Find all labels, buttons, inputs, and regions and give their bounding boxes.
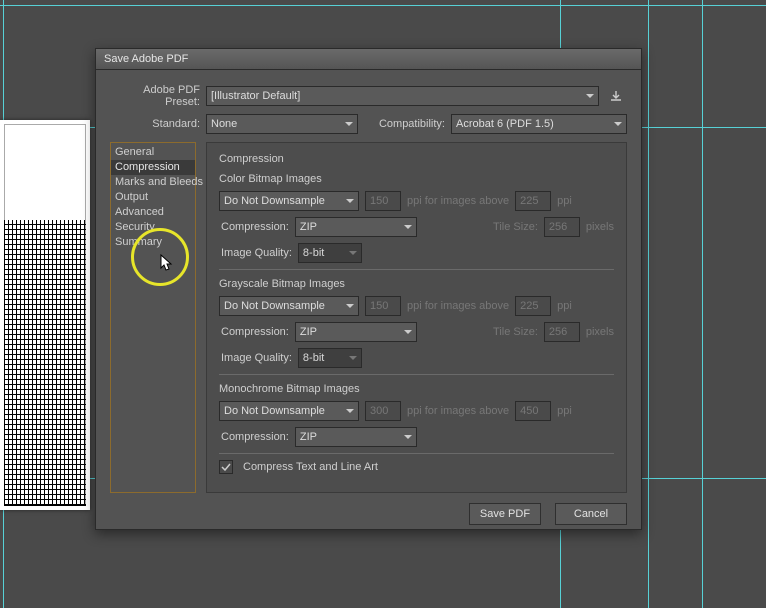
standard-select[interactable]: None xyxy=(206,114,358,134)
mono-above-label: ppi for images above xyxy=(407,405,509,417)
gray-quality-value: 8-bit xyxy=(303,352,324,364)
save-pdf-dialog: Save Adobe PDF Adobe PDF Preset: [Illust… xyxy=(95,48,642,530)
chevron-down-icon xyxy=(346,302,354,310)
mono-downsample-value: Do Not Downsample xyxy=(224,405,325,417)
save-pdf-button[interactable]: Save PDF xyxy=(469,503,541,525)
cancel-button[interactable]: Cancel xyxy=(555,503,627,525)
preset-row: Adobe PDF Preset: [Illustrator Default] xyxy=(110,84,627,108)
gray-downsample-select[interactable]: Do Not Downsample xyxy=(219,296,359,316)
gray-title: Grayscale Bitmap Images xyxy=(219,278,614,290)
chevron-down-icon xyxy=(349,354,357,362)
sidebar-item-security[interactable]: Security xyxy=(111,220,195,235)
gray-above-unit: ppi xyxy=(557,300,572,312)
color-tile-label: Tile Size: xyxy=(493,221,538,233)
color-above-input[interactable] xyxy=(515,191,551,211)
standard-row: Standard: None Compatibility: Acrobat 6 … xyxy=(110,114,627,134)
gray-quality-label: Image Quality: xyxy=(221,352,292,364)
color-compression-value: ZIP xyxy=(300,221,317,233)
preset-select[interactable]: [Illustrator Default] xyxy=(206,86,599,106)
gray-tile-label: Tile Size: xyxy=(493,326,538,338)
mono-compression-label: Compression: xyxy=(221,431,289,443)
sidebar-item-output[interactable]: Output xyxy=(111,190,195,205)
mono-title: Monochrome Bitmap Images xyxy=(219,383,614,395)
sidebar-item-general[interactable]: General xyxy=(111,145,195,160)
color-quality-label: Image Quality: xyxy=(221,247,292,259)
panel-title: Compression xyxy=(219,153,614,165)
check-icon xyxy=(221,462,231,472)
mono-compression-select[interactable]: ZIP xyxy=(295,427,417,447)
mono-above-input[interactable] xyxy=(515,401,551,421)
chevron-down-icon xyxy=(404,433,412,441)
download-icon xyxy=(609,89,623,103)
standard-label: Standard: xyxy=(110,118,200,130)
sidebar-item-summary[interactable]: Summary xyxy=(111,235,195,250)
mono-above-unit: ppi xyxy=(557,405,572,417)
mono-downsample-select[interactable]: Do Not Downsample xyxy=(219,401,359,421)
color-downsample-value: Do Not Downsample xyxy=(224,195,325,207)
gray-ppi-input[interactable] xyxy=(365,296,401,316)
compression-panel: Compression Color Bitmap Images Do Not D… xyxy=(206,142,627,493)
sidebar-item-marks-and-bleeds[interactable]: Marks and Bleeds xyxy=(111,175,195,190)
gray-compression-value: ZIP xyxy=(300,326,317,338)
preset-label: Adobe PDF Preset: xyxy=(110,84,200,108)
compatibility-value: Acrobat 6 (PDF 1.5) xyxy=(456,118,554,130)
standard-value: None xyxy=(211,118,237,130)
chevron-down-icon xyxy=(346,197,354,205)
chevron-down-icon xyxy=(404,223,412,231)
color-above-unit: ppi xyxy=(557,195,572,207)
color-tile-input[interactable] xyxy=(544,217,580,237)
chevron-down-icon xyxy=(404,328,412,336)
preset-value: [Illustrator Default] xyxy=(211,90,300,102)
dialog-title: Save Adobe PDF xyxy=(96,49,641,70)
compatibility-select[interactable]: Acrobat 6 (PDF 1.5) xyxy=(451,114,627,134)
gray-tile-input[interactable] xyxy=(544,322,580,342)
color-quality-select[interactable]: 8-bit xyxy=(298,243,362,263)
mono-compression-value: ZIP xyxy=(300,431,317,443)
color-tile-unit: pixels xyxy=(586,221,614,233)
chevron-down-icon xyxy=(614,120,622,128)
chevron-down-icon xyxy=(346,407,354,415)
artboard xyxy=(0,120,90,510)
sidebar-item-compression[interactable]: Compression xyxy=(111,160,195,175)
color-title: Color Bitmap Images xyxy=(219,173,614,185)
mono-ppi-input[interactable] xyxy=(365,401,401,421)
gray-tile-unit: pixels xyxy=(586,326,614,338)
color-quality-value: 8-bit xyxy=(303,247,324,259)
compress-text-checkbox[interactable] xyxy=(219,460,233,474)
gray-above-input[interactable] xyxy=(515,296,551,316)
color-compression-label: Compression: xyxy=(221,221,289,233)
save-preset-icon-button[interactable] xyxy=(605,86,627,106)
gray-compression-select[interactable]: ZIP xyxy=(295,322,417,342)
compatibility-label: Compatibility: xyxy=(379,118,445,130)
gray-downsample-value: Do Not Downsample xyxy=(224,300,325,312)
compress-text-label: Compress Text and Line Art xyxy=(243,461,378,473)
color-above-label: ppi for images above xyxy=(407,195,509,207)
color-compression-select[interactable]: ZIP xyxy=(295,217,417,237)
chevron-down-icon xyxy=(349,249,357,257)
color-downsample-select[interactable]: Do Not Downsample xyxy=(219,191,359,211)
gray-compression-label: Compression: xyxy=(221,326,289,338)
gray-above-label: ppi for images above xyxy=(407,300,509,312)
chevron-down-icon xyxy=(586,92,594,100)
chevron-down-icon xyxy=(345,120,353,128)
sidebar-item-advanced[interactable]: Advanced xyxy=(111,205,195,220)
color-ppi-input[interactable] xyxy=(365,191,401,211)
category-sidebar: General Compression Marks and Bleeds Out… xyxy=(110,142,196,493)
gray-quality-select[interactable]: 8-bit xyxy=(298,348,362,368)
